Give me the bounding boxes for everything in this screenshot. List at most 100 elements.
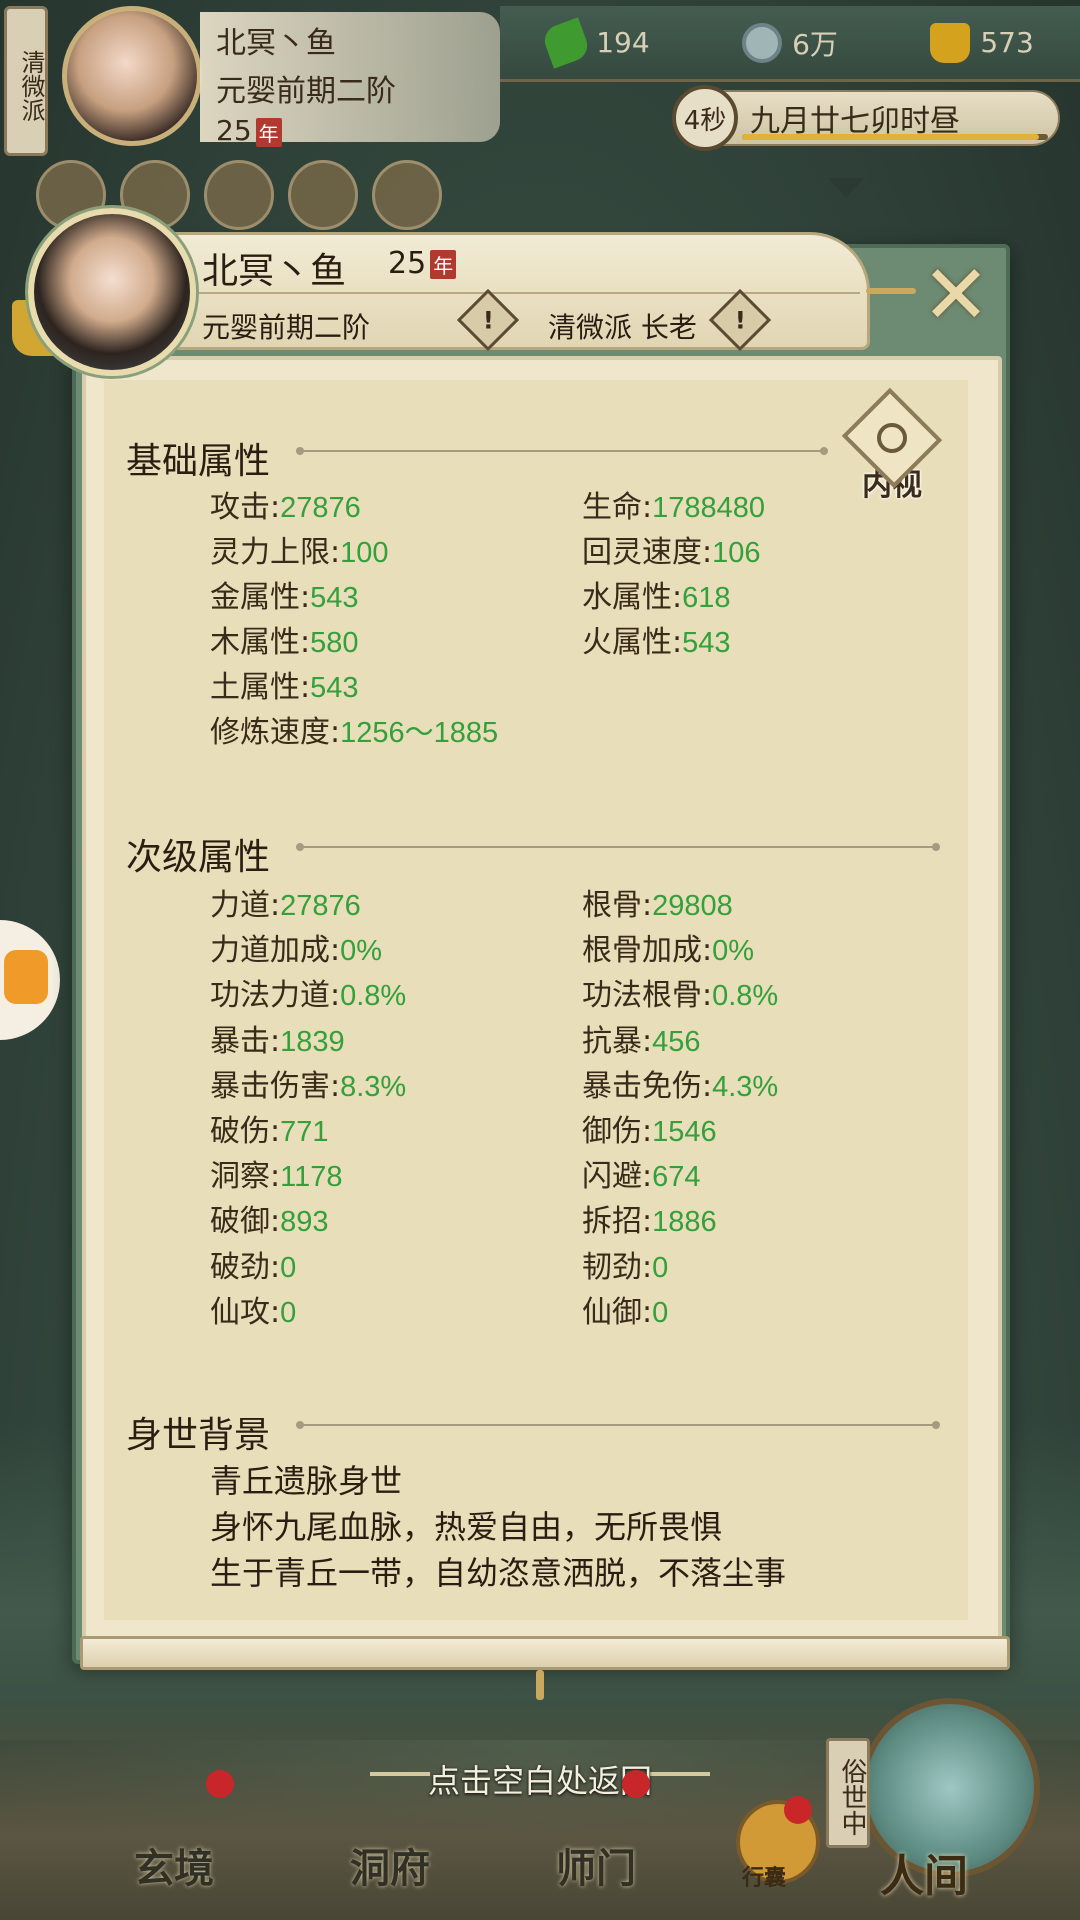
stat-label: 暴击伤害 bbox=[210, 1068, 330, 1104]
stat-label: 仙御 bbox=[582, 1294, 642, 1330]
resource-bar: 194 6万 573 bbox=[500, 6, 1080, 82]
stat-label: 洞察 bbox=[210, 1159, 270, 1195]
stat-value: 1546 bbox=[652, 1116, 717, 1148]
stat-item: 破御:893 bbox=[210, 1204, 329, 1240]
stat-label: 根骨加成 bbox=[582, 933, 702, 969]
nav-bag-label: 行囊 bbox=[742, 1866, 787, 1891]
background-line: 身怀九尾血脉，热爱自由，无所畏惧 bbox=[210, 1508, 723, 1546]
stat-value: 771 bbox=[280, 1116, 329, 1148]
stat-value: 100 bbox=[340, 537, 389, 569]
stat-label: 木属性 bbox=[210, 625, 300, 660]
stat-item: 土属性:543 bbox=[210, 670, 359, 705]
stat-label: 仙攻 bbox=[210, 1294, 270, 1330]
stat-value: 8.3% bbox=[340, 1070, 407, 1103]
section-divider bbox=[296, 843, 940, 851]
stat-label: 灵力上限 bbox=[210, 535, 330, 570]
profile-avatar bbox=[28, 208, 196, 376]
stat-value: 543 bbox=[310, 672, 359, 704]
nav-xuanjing[interactable]: 玄境 bbox=[134, 1836, 214, 1894]
stat-label: 暴击免伤 bbox=[582, 1068, 702, 1104]
sword-ornament-icon bbox=[866, 288, 916, 294]
profile-sect-role: 清微派 长老 bbox=[548, 311, 697, 344]
time-bar[interactable]: 4秒 九月廿七卯时昼 bbox=[672, 85, 1060, 151]
stat-value: 27876 bbox=[280, 890, 361, 922]
player-age: 25 年 bbox=[216, 114, 484, 147]
coin-icon bbox=[742, 22, 783, 63]
stat-value: 4.3% bbox=[712, 1070, 779, 1103]
chevron-down-icon[interactable] bbox=[828, 178, 864, 198]
stat-item: 攻击:27876 bbox=[210, 490, 361, 525]
stat-item: 功法力道:0.8% bbox=[210, 978, 407, 1014]
player-age-value: 25 bbox=[216, 114, 252, 147]
stat-value: 29808 bbox=[652, 890, 733, 922]
stat-label: 御伤 bbox=[582, 1114, 642, 1149]
hud-shortcut-icon[interactable] bbox=[288, 160, 358, 230]
stat-item: 力道加成:0% bbox=[210, 933, 383, 969]
nav-shimen[interactable]: 师门 bbox=[556, 1836, 636, 1894]
stat-item: 破伤:771 bbox=[210, 1114, 329, 1149]
stat-value: 0.8% bbox=[712, 980, 779, 1013]
stat-value: 106 bbox=[712, 537, 761, 569]
section-divider bbox=[296, 1421, 940, 1429]
stat-value: 1788480 bbox=[652, 492, 766, 524]
stat-label: 破御 bbox=[210, 1204, 270, 1240]
profile-age: 25 年 bbox=[388, 246, 457, 281]
nav-dongfu[interactable]: 洞府 bbox=[350, 1836, 430, 1894]
stat-item: 修炼速度:1256～1885 bbox=[210, 715, 499, 750]
notification-badge bbox=[206, 1770, 234, 1798]
scroll-bottom-roll bbox=[80, 1636, 1010, 1670]
stat-value: 456 bbox=[652, 1025, 701, 1058]
stat-item: 木属性:580 bbox=[210, 625, 359, 660]
close-button[interactable]: ✕ bbox=[918, 255, 994, 337]
stat-label: 力道加成 bbox=[210, 933, 330, 969]
player-summary[interactable]: 北冥丶鱼 元婴前期二阶 25 年 bbox=[200, 12, 500, 147]
stat-label: 回灵速度 bbox=[582, 535, 702, 570]
jade-icon bbox=[540, 16, 592, 69]
inner-view-button[interactable]: 内视 bbox=[841, 387, 943, 504]
stat-item: 御伤:1546 bbox=[582, 1114, 717, 1149]
stat-item: 水属性:618 bbox=[582, 580, 731, 615]
stat-item: 抗暴:456 bbox=[582, 1023, 701, 1059]
stat-label: 修炼速度 bbox=[210, 715, 330, 750]
notification-badge bbox=[784, 1796, 812, 1824]
stat-item: 仙攻:0 bbox=[210, 1294, 297, 1330]
background-line: 青丘遗脉身世 bbox=[210, 1462, 403, 1500]
notification-badge bbox=[622, 1770, 650, 1798]
stat-value: 1178 bbox=[280, 1161, 343, 1194]
stat-value: 0.8% bbox=[340, 980, 407, 1013]
stat-item: 金属性:543 bbox=[210, 580, 359, 615]
resource-coin[interactable]: 6万 bbox=[742, 22, 838, 63]
player-realm: 元婴前期二阶 bbox=[216, 74, 396, 109]
resource-jade[interactable]: 194 bbox=[540, 16, 650, 69]
resource-gold[interactable]: 573 bbox=[930, 22, 1034, 63]
stat-item: 功法根骨:0.8% bbox=[582, 978, 779, 1014]
stat-item: 破劲:0 bbox=[210, 1249, 297, 1285]
gamepad-icon bbox=[4, 950, 48, 1004]
stat-item: 韧劲:0 bbox=[582, 1249, 669, 1285]
resource-jade-value: 194 bbox=[596, 26, 650, 59]
time-progress-fill bbox=[742, 134, 1039, 140]
timer-seconds: 4秒 bbox=[672, 85, 738, 151]
stat-label: 功法力道 bbox=[210, 978, 330, 1014]
stat-label: 破伤 bbox=[210, 1114, 270, 1149]
hud-shortcut-icon[interactable] bbox=[372, 160, 442, 230]
stat-item: 暴击伤害:8.3% bbox=[210, 1068, 407, 1104]
stat-value: 27876 bbox=[280, 492, 361, 524]
stat-label: 拆招 bbox=[582, 1204, 642, 1240]
stat-item: 暴击免伤:4.3% bbox=[582, 1068, 779, 1104]
scroll-tassel-icon bbox=[536, 1670, 544, 1700]
sect-tag[interactable]: 清微派 bbox=[4, 6, 48, 156]
stat-item: 回灵速度:106 bbox=[582, 535, 761, 570]
year-icon: 年 bbox=[255, 117, 282, 147]
player-avatar[interactable] bbox=[62, 6, 202, 146]
stat-item: 灵力上限:100 bbox=[210, 535, 389, 570]
stat-label: 闪避 bbox=[582, 1159, 642, 1195]
stat-item: 力道:27876 bbox=[210, 888, 361, 923]
stat-item: 仙御:0 bbox=[582, 1294, 669, 1330]
background-title: 身世背景 bbox=[126, 1415, 271, 1456]
stat-label: 抗暴 bbox=[582, 1023, 642, 1059]
stat-label: 生命 bbox=[582, 490, 642, 525]
stat-value: 0% bbox=[712, 935, 755, 968]
hud-shortcut-icon[interactable] bbox=[204, 160, 274, 230]
stat-value: 1256～1885 bbox=[340, 717, 499, 749]
